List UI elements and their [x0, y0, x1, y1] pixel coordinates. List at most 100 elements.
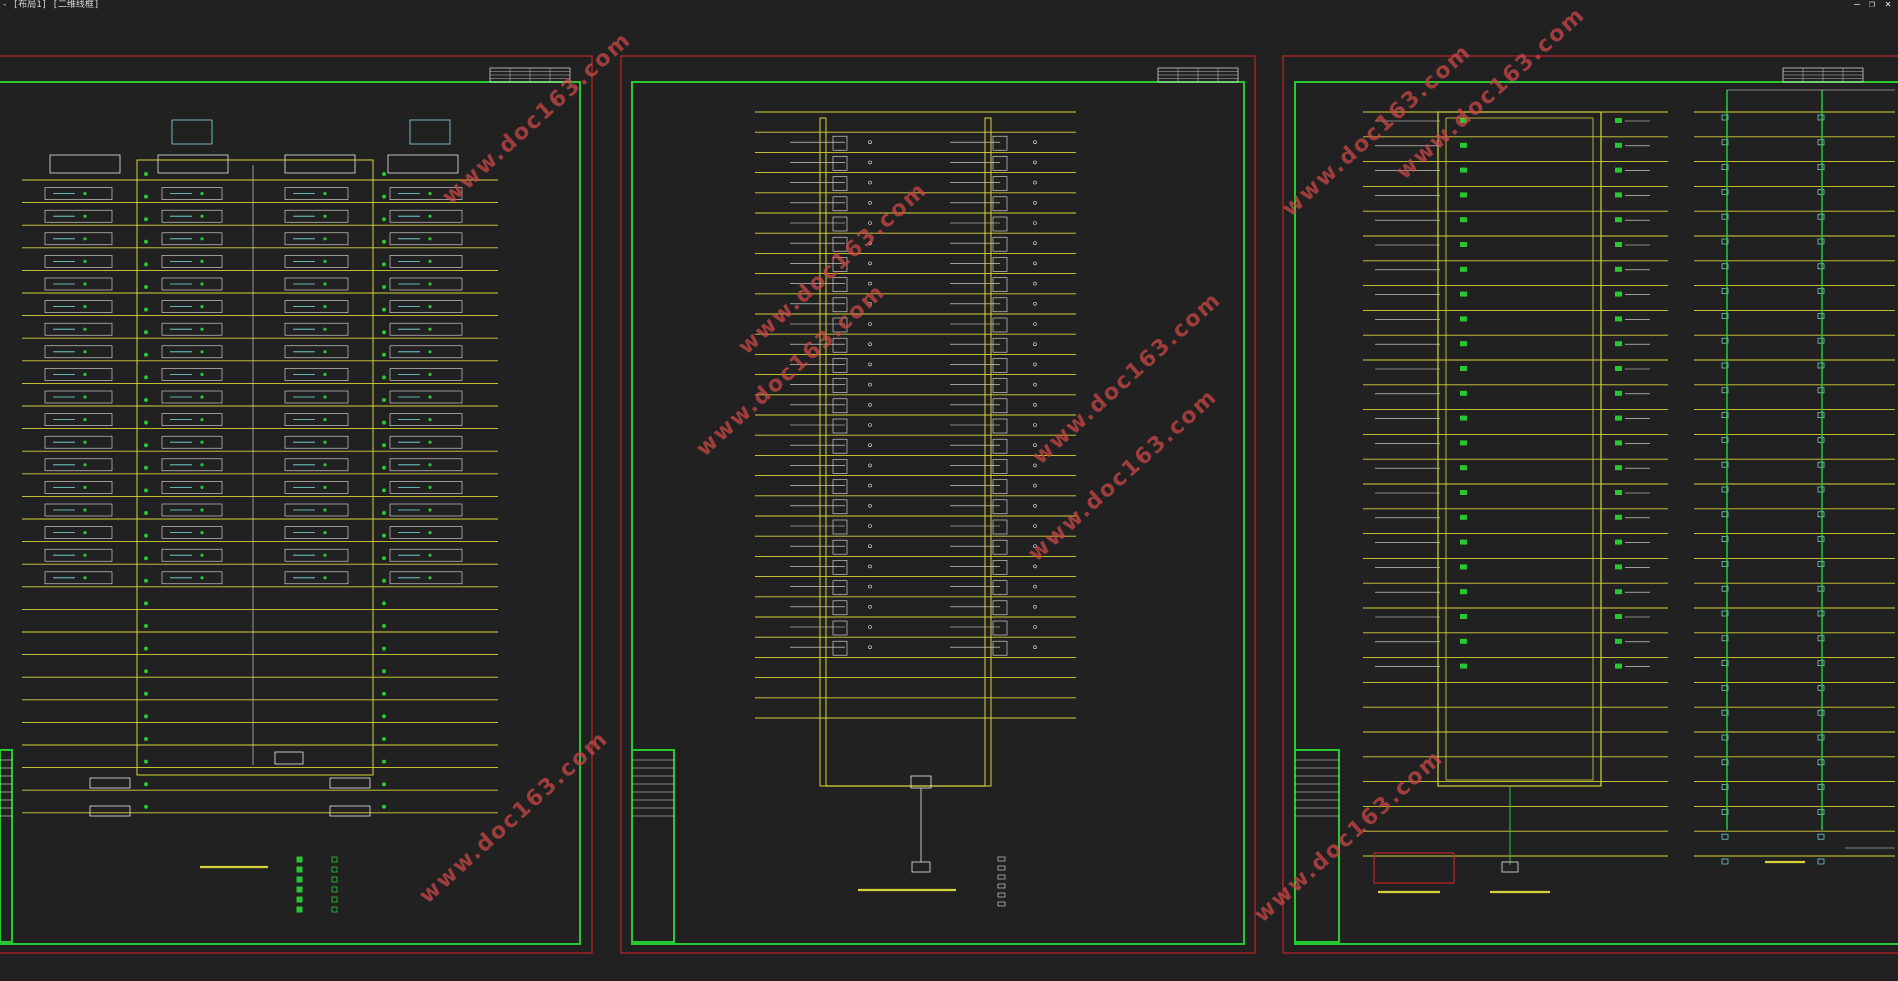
device-dot [200, 259, 204, 263]
minimize-button[interactable]: – [1851, 0, 1863, 11]
device-dot [83, 463, 87, 467]
device [1817, 833, 1825, 840]
highlight-box [1373, 852, 1455, 884]
device-dot [200, 576, 204, 580]
device-box [832, 398, 848, 414]
device-dot [83, 440, 87, 444]
outlet [868, 483, 872, 488]
meter [1615, 663, 1622, 669]
meter [1460, 366, 1467, 371]
device-dot [428, 440, 432, 444]
meter [1460, 390, 1467, 396]
meter [1615, 341, 1622, 347]
legend-symbol [296, 856, 303, 863]
device-dot [83, 531, 87, 535]
outlet [868, 342, 872, 347]
top-panel [157, 154, 229, 174]
bottom-panel [89, 777, 131, 789]
riser-node [382, 375, 386, 380]
device-dot [200, 395, 204, 399]
outlet [1033, 342, 1037, 347]
main-panel [274, 751, 304, 765]
legend-symbol [296, 906, 303, 913]
device-box [992, 337, 1008, 353]
device-box [832, 580, 848, 595]
meter [1460, 514, 1467, 520]
device-dot [83, 395, 87, 399]
device-box [992, 358, 1008, 373]
device-box [992, 236, 1008, 252]
legend-symbol [296, 876, 303, 883]
device [1817, 486, 1825, 493]
riser-frame [136, 159, 374, 776]
device-dot [428, 259, 432, 263]
device [1817, 437, 1825, 443]
device-box [832, 600, 848, 616]
device [1817, 685, 1825, 691]
cad-drawing-canvas[interactable] [0, 12, 1898, 981]
riser-node [144, 782, 148, 787]
outlet [1033, 402, 1037, 407]
riser-node [382, 420, 386, 425]
device [1817, 412, 1825, 418]
outlet [1033, 281, 1037, 286]
outlet [1033, 382, 1037, 387]
riser-node [144, 262, 148, 267]
device-dot [200, 350, 204, 354]
bottom-panel [329, 805, 371, 817]
device-dot [428, 395, 432, 399]
riser-node [382, 691, 386, 696]
device-dot [428, 463, 432, 467]
legend-symbol [331, 856, 338, 863]
sheet-1-riser [22, 119, 498, 913]
device-box [832, 479, 848, 494]
device-dot [200, 192, 204, 196]
riser-node [144, 307, 148, 312]
legend-symbol [997, 874, 1006, 880]
device [1817, 784, 1825, 790]
device-box [992, 277, 1008, 292]
meter [1460, 539, 1467, 545]
riser-node [382, 759, 386, 764]
device [1817, 734, 1825, 741]
outlet [1033, 140, 1037, 144]
device-dot [323, 372, 327, 376]
legend-symbol [296, 886, 303, 893]
device-box [992, 378, 1008, 393]
title-bar: - [布局1] [二维线框] – ❐ ✕ [0, 0, 1898, 12]
device-box [992, 499, 1008, 515]
riser-node [144, 511, 148, 515]
device-dot [200, 372, 204, 376]
riser-node [382, 556, 386, 561]
meter [1460, 291, 1467, 297]
close-button[interactable]: ✕ [1882, 0, 1894, 11]
restore-button[interactable]: ❐ [1866, 0, 1878, 11]
device [1817, 139, 1825, 146]
device-dot [428, 531, 432, 535]
device-box [832, 216, 848, 232]
device-dot [428, 214, 432, 218]
meter [1460, 142, 1467, 148]
device-dot [83, 508, 87, 512]
meter [1460, 242, 1467, 247]
meter [1615, 291, 1622, 297]
device-box [832, 196, 848, 212]
outlet [868, 140, 872, 144]
meter [1460, 589, 1467, 595]
meter [1460, 341, 1467, 347]
legend-symbol [997, 901, 1006, 907]
meter [1615, 167, 1622, 173]
device [1817, 362, 1825, 369]
device-dot [323, 485, 327, 489]
meter [1460, 415, 1467, 421]
outlet [868, 503, 872, 508]
outlet [1033, 180, 1037, 185]
outlet [1033, 301, 1037, 306]
legend-symbol [997, 883, 1006, 889]
device [1817, 238, 1825, 245]
device-dot [200, 214, 204, 218]
device [1817, 313, 1825, 319]
outlet [1033, 524, 1037, 528]
riser-node [144, 646, 148, 651]
device-box [992, 216, 1008, 232]
